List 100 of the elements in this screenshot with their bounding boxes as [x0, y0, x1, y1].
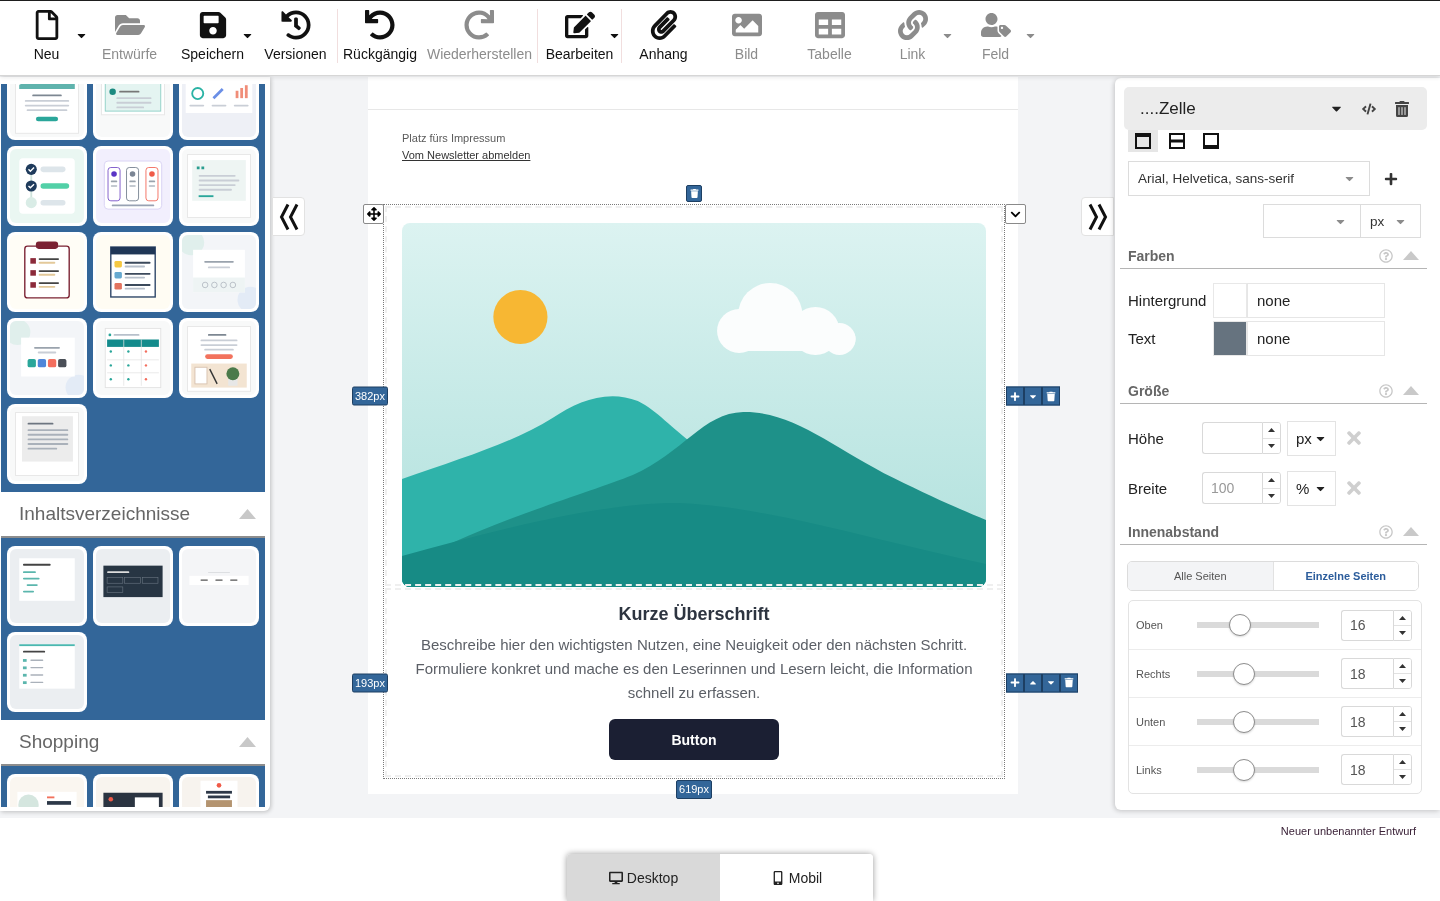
field-label: Hintergrund — [1128, 292, 1208, 309]
caret-down-icon — [1399, 727, 1406, 731]
mode-tab[interactable]: Einzelne Seiten — [1272, 562, 1418, 590]
link-icon — [897, 10, 928, 40]
vertical-align-button[interactable] — [1128, 130, 1158, 152]
element-select[interactable]: ....Zelle — [1140, 98, 1344, 119]
trash-icon — [1064, 677, 1074, 688]
delete-row-button[interactable] — [1060, 673, 1078, 692]
move-up-button[interactable] — [1024, 673, 1042, 692]
toolbar-button[interactable]: Speichern — [171, 1, 254, 75]
swatch-icon[interactable] — [1213, 283, 1247, 318]
font-family-select[interactable]: Arial, Helvetica, sans-serif — [1128, 161, 1370, 196]
plus-icon — [1010, 391, 1020, 401]
code-icon — [1362, 101, 1376, 116]
align-top-icon — [1135, 133, 1151, 149]
section-title: Farben — [1128, 247, 1176, 264]
move-icon — [366, 207, 381, 221]
imprint-text: Platz fürs Impressum — [402, 131, 506, 146]
double-chevron-left-icon — [278, 202, 299, 231]
decrement-button[interactable] — [1394, 673, 1411, 688]
section-title: Größe — [1128, 382, 1171, 399]
undo-icon — [364, 10, 395, 40]
table-icon — [814, 10, 845, 40]
caret-up-icon — [1268, 428, 1275, 433]
trash-icon — [1394, 100, 1410, 117]
draft-name: Neuer unbenannter Entwurf — [1280, 824, 1416, 838]
align-middle-icon — [1169, 133, 1185, 149]
device-tab[interactable]: Desktop — [567, 854, 720, 901]
width-label: 619px — [676, 780, 712, 799]
double-chevron-right-icon — [1087, 202, 1108, 231]
plus-icon — [1384, 171, 1398, 186]
plus-icon — [1010, 677, 1020, 688]
move-down-button[interactable] — [1024, 386, 1042, 406]
slider-thumb[interactable] — [1233, 710, 1255, 733]
history-icon — [280, 10, 311, 40]
redo-icon — [464, 10, 495, 40]
mode-tab[interactable]: Alle Seiten — [1128, 562, 1273, 590]
height-label: 382px — [352, 386, 388, 406]
move-down-button[interactable] — [1042, 673, 1060, 692]
delete-row-button[interactable] — [1042, 386, 1060, 406]
decrement-button[interactable] — [1394, 769, 1411, 784]
unit-select[interactable]: px — [1361, 204, 1421, 238]
toolbar-button[interactable]: Bearbeiten — [538, 1, 621, 75]
number-input[interactable]: 18 — [1341, 754, 1393, 785]
side-label: Rechts — [1136, 667, 1172, 680]
number-input[interactable]: 100 — [1202, 472, 1262, 504]
device-tab[interactable]: Mobil — [720, 854, 873, 901]
number-input[interactable]: 18 — [1341, 706, 1393, 737]
add-row-button[interactable] — [1006, 673, 1024, 692]
caret-up-icon — [1268, 478, 1275, 483]
slider-thumb[interactable] — [1233, 662, 1255, 685]
unsubscribe-link[interactable]: Vom Newsletter abmelden — [402, 147, 531, 164]
decrement-button[interactable] — [1394, 721, 1411, 736]
code-button[interactable] — [1362, 101, 1376, 116]
trash-icon — [1046, 391, 1056, 401]
toolbar-button[interactable]: Versionen — [254, 1, 337, 75]
side-label: Oben — [1136, 619, 1164, 631]
caret-down-icon — [1399, 775, 1406, 779]
color-input[interactable]: none — [1247, 283, 1385, 318]
delete-block-button[interactable] — [686, 185, 702, 202]
caret-up-icon — [1399, 615, 1406, 620]
caret-down-icon — [1399, 630, 1406, 635]
collapse-panel-button[interactable] — [1081, 197, 1114, 236]
unit-select[interactable]: % — [1287, 470, 1336, 506]
add-row-button[interactable] — [1006, 386, 1024, 406]
block-menu-button[interactable] — [1005, 204, 1026, 224]
side-label: Unten — [1136, 715, 1167, 728]
delete-button[interactable] — [1394, 100, 1410, 117]
toolbar-button[interactable]: Neu — [5, 1, 88, 75]
number-input[interactable]: 18 — [1341, 658, 1393, 689]
add-font-button[interactable] — [1384, 171, 1398, 186]
field-label: Höhe — [1128, 429, 1165, 447]
slider-thumb[interactable] — [1233, 758, 1255, 781]
color-input[interactable]: none — [1247, 321, 1385, 356]
side-label: Links — [1136, 763, 1163, 776]
user-tag-icon — [980, 10, 1011, 40]
toolbar-button[interactable]: Rückgängig — [338, 1, 422, 75]
height-label: 193px — [352, 673, 388, 692]
swatch-icon[interactable] — [1213, 321, 1247, 356]
caret-up-icon — [1399, 760, 1406, 764]
body-text: Beschreibe hier den wichtigsten Nutzen, eine Neuigkeit oder den nächsten Schritt. Formuliere konkret und mache es den Leserinnen und Lesern leicht, die Information schnell zu erfassen. — [414, 635, 974, 703]
headline: Kurze Überschrift — [618, 603, 770, 625]
slider-thumb[interactable] — [1229, 614, 1251, 636]
caret-up-icon — [1399, 664, 1406, 668]
collapse-sidebar-button[interactable] — [272, 197, 305, 236]
toolbar-button[interactable]: Anhang — [622, 1, 705, 75]
field-label: Text — [1128, 330, 1157, 347]
align-bottom-icon — [1203, 133, 1219, 149]
section-title: Innenabstand — [1128, 523, 1220, 540]
caret-down-icon — [1399, 679, 1406, 683]
paperclip-icon — [648, 10, 679, 40]
caret-down-icon — [1268, 443, 1275, 448]
number-input[interactable] — [1202, 422, 1262, 454]
number-input[interactable]: 16 — [1341, 609, 1393, 641]
caret-up-icon — [1399, 712, 1406, 716]
field-label: Breite — [1128, 479, 1169, 497]
trash-icon — [689, 189, 699, 198]
unit-select[interactable]: px — [1287, 420, 1336, 456]
move-handle[interactable] — [363, 204, 384, 224]
cta-button[interactable]: Button — [609, 719, 779, 760]
